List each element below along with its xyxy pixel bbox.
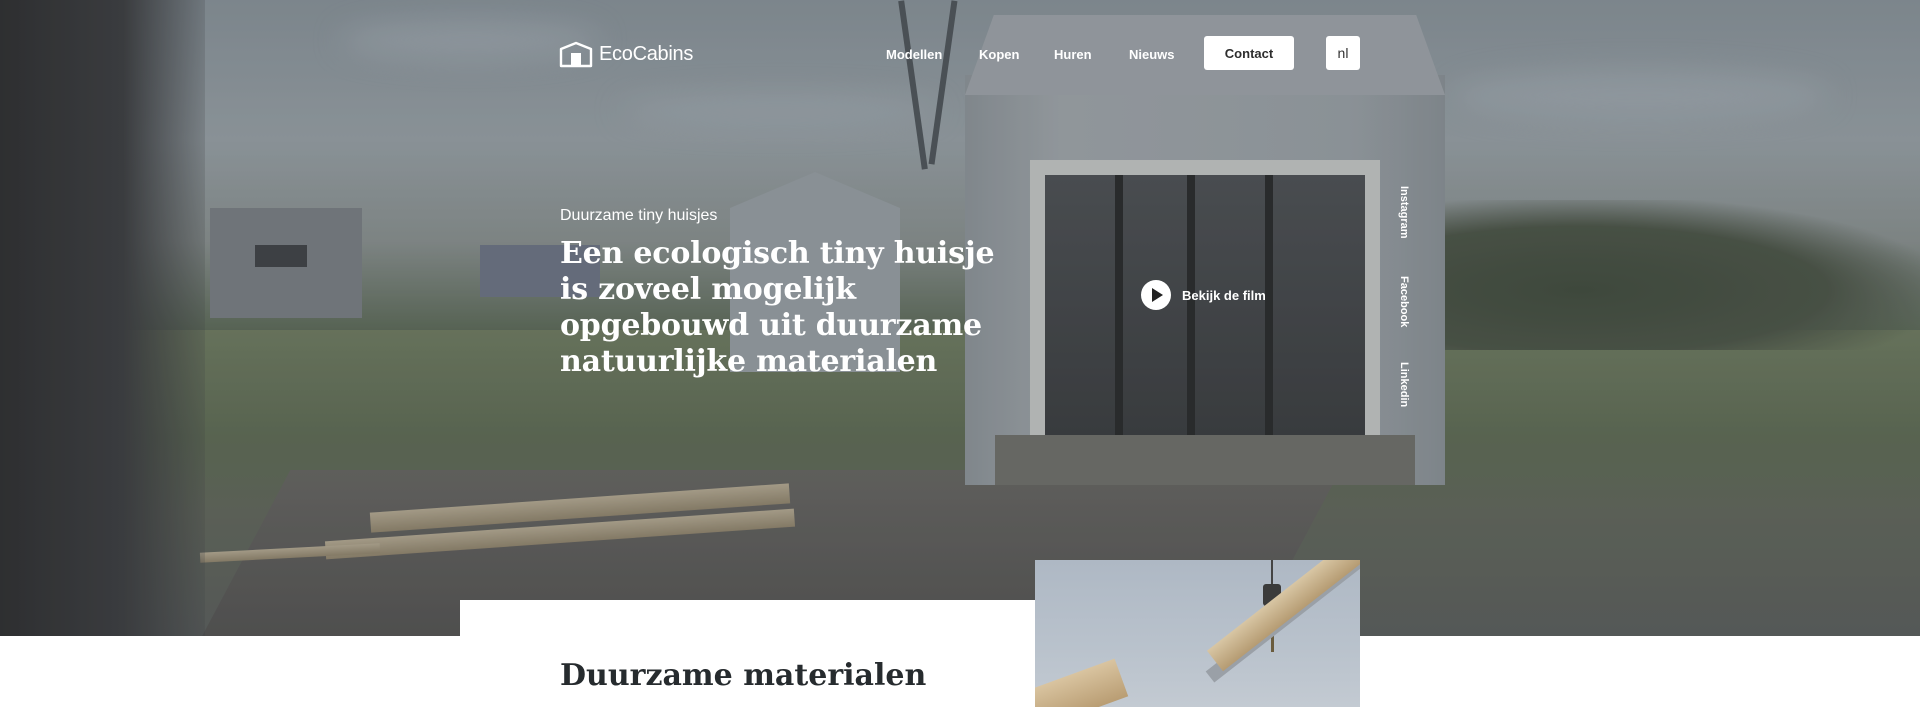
house-logo-icon <box>559 41 593 68</box>
language-switch[interactable]: nl <box>1326 36 1360 70</box>
hero-headline: Een ecologisch tiny huisje is zoveel mog… <box>560 236 995 379</box>
nav-modellen[interactable]: Modellen <box>886 47 942 62</box>
nav-huren[interactable]: Huren <box>1054 47 1092 62</box>
nav-kopen[interactable]: Kopen <box>979 47 1019 62</box>
social-linkedin-link[interactable]: Linkedin <box>1398 362 1410 407</box>
wooden-beam <box>1206 560 1360 672</box>
logo-text: EcoCabins <box>599 43 694 65</box>
wooden-beam <box>1035 658 1129 707</box>
construction-photo <box>1035 560 1360 707</box>
logo[interactable]: EcoCabins <box>559 41 693 68</box>
section-title: Duurzame materialen <box>560 658 927 693</box>
social-instagram-link[interactable]: Instagram <box>1398 186 1410 239</box>
social-facebook-link[interactable]: Facebook <box>1398 276 1410 327</box>
play-icon <box>1141 280 1171 310</box>
hero-eyebrow: Duurzame tiny huisjes <box>560 207 718 224</box>
play-film-button[interactable]: Bekijk de film <box>1141 280 1266 310</box>
contact-button[interactable]: Contact <box>1204 36 1294 70</box>
play-label: Bekijk de film <box>1182 287 1266 303</box>
nav-nieuws[interactable]: Nieuws <box>1129 47 1175 62</box>
